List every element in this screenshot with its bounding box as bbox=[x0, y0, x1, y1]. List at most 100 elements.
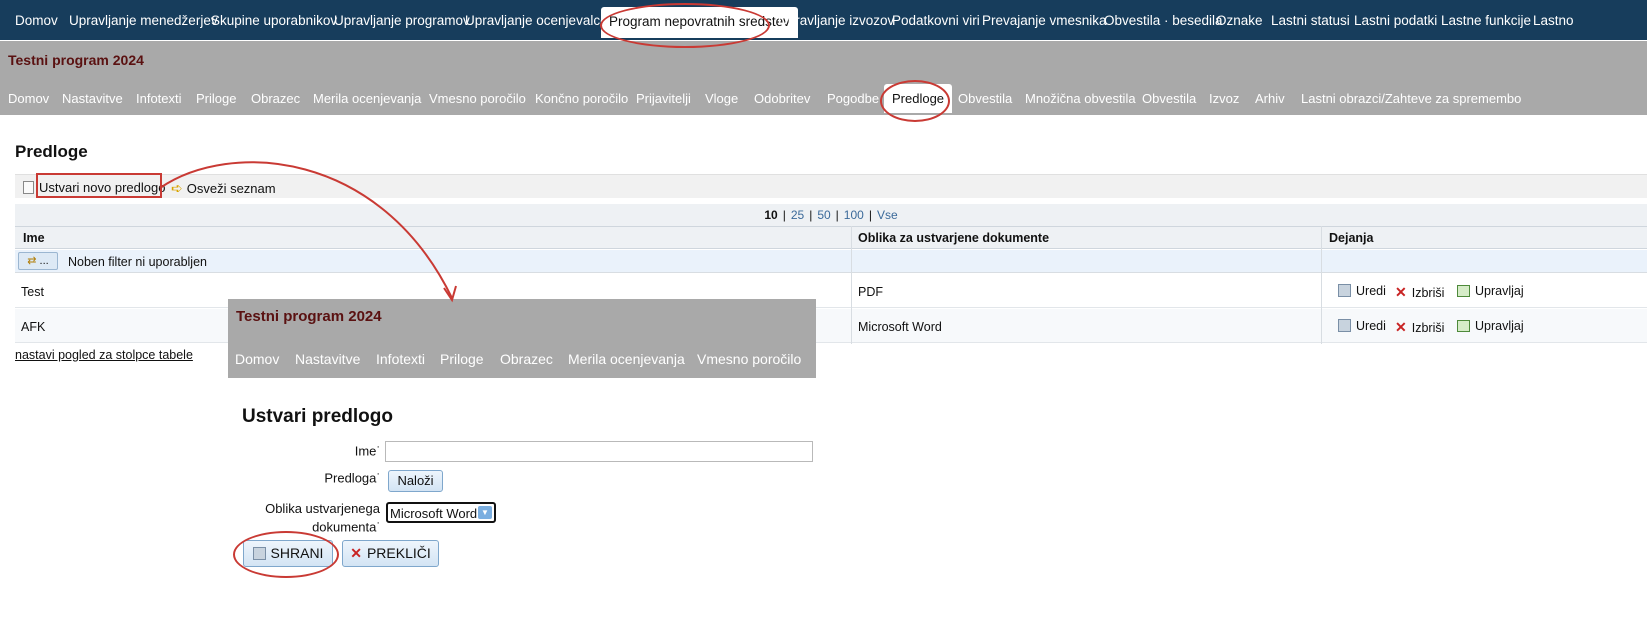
overlay-nav-item[interactable]: Nastavitve bbox=[295, 351, 360, 367]
sub-nav-item[interactable]: Množična obvestila bbox=[1025, 91, 1136, 106]
sub-nav-item[interactable]: Prijavitelji bbox=[636, 91, 691, 106]
top-nav-item[interactable]: Oznake bbox=[1216, 13, 1263, 28]
template-label: Predloga· bbox=[324, 468, 380, 486]
column-header-format[interactable]: Oblika za ustvarjene dokumente bbox=[858, 231, 1049, 245]
sub-nav-item[interactable]: Pogodbe bbox=[827, 91, 879, 106]
top-nav-item[interactable]: Upravljanje menedžerjev bbox=[69, 13, 218, 28]
form-title: Ustvari predlogo bbox=[242, 406, 393, 427]
template-name: Test bbox=[21, 285, 44, 299]
column-header-name[interactable]: Ime bbox=[23, 231, 45, 245]
manage-label: Upravljaj bbox=[1475, 319, 1524, 333]
top-nav-item[interactable]: Upravljanje izvozov bbox=[778, 13, 894, 28]
sub-nav-item[interactable]: Obvestila bbox=[958, 91, 1012, 106]
name-label: Ime· bbox=[354, 441, 380, 459]
manage-icon bbox=[1457, 285, 1470, 297]
sub-nav-item[interactable]: Obvestila bbox=[1142, 91, 1196, 106]
cancel-icon: ✕ bbox=[350, 545, 362, 561]
delete-icon: ✕ bbox=[1395, 284, 1407, 300]
overlay-nav-item[interactable]: Obrazec bbox=[500, 351, 553, 367]
overlay-nav-item[interactable]: Domov bbox=[235, 351, 279, 367]
manage-label: Upravljaj bbox=[1475, 284, 1524, 298]
sub-nav-item[interactable]: Vloge bbox=[705, 91, 738, 106]
edit-label: Uredi bbox=[1356, 284, 1386, 298]
page-size-pager: 10 | 25 | 50 | 100 | Vse bbox=[15, 204, 1647, 226]
delete-label: Izbriši bbox=[1411, 321, 1445, 335]
column-view-link[interactable]: nastavi pogled za stolpce tabele bbox=[15, 348, 193, 362]
sub-nav-item[interactable]: Nastavitve bbox=[62, 91, 123, 106]
filter-row: ⇄ ... Noben filter ni uporabljen bbox=[15, 250, 1647, 273]
sub-nav-item[interactable]: Domov bbox=[8, 91, 49, 106]
top-nav: Domov Upravljanje menedžerjev Skupine up… bbox=[0, 0, 1647, 40]
sub-nav-item[interactable]: Priloge bbox=[196, 91, 236, 106]
page-size-option[interactable]: 100 bbox=[844, 208, 864, 222]
sub-nav-item[interactable]: Končno poročilo bbox=[535, 91, 628, 106]
sub-nav-item[interactable]: Merila ocenjevanja bbox=[313, 91, 421, 106]
filter-button[interactable]: ⇄ ... bbox=[18, 252, 58, 270]
page-size-option[interactable]: 50 bbox=[817, 208, 830, 222]
top-nav-item[interactable]: Podatkovni viri bbox=[892, 13, 980, 28]
overlay-nav-item[interactable]: Vmesno poročilo bbox=[697, 351, 801, 367]
sub-nav-item[interactable]: Vmesno poročilo bbox=[429, 91, 526, 106]
save-icon bbox=[252, 547, 266, 560]
overlay-nav-item[interactable]: Infotexti bbox=[376, 351, 425, 367]
top-nav-item-active[interactable]: Program nepovratnih sredstev bbox=[601, 7, 798, 38]
format-label-line2: dokumenta bbox=[312, 519, 377, 535]
top-nav-item[interactable]: Lastni podatki bbox=[1354, 13, 1437, 28]
program-header: Testni program 2024 Domov Nastavitve Inf… bbox=[0, 41, 1647, 115]
page-title: Predloge bbox=[15, 142, 88, 161]
upload-button[interactable]: Naloži bbox=[388, 470, 443, 492]
column-header-actions: Dejanja bbox=[1329, 231, 1374, 245]
overlay-nav-item[interactable]: Merila ocenjevanja bbox=[568, 351, 685, 367]
format-select-value: Microsoft Word bbox=[390, 506, 478, 521]
name-label-text: Ime bbox=[354, 443, 377, 459]
sub-nav-item[interactable]: Lastni obrazci/Zahteve za spremembo bbox=[1301, 91, 1521, 106]
format-select[interactable]: Microsoft Word ▼ bbox=[386, 502, 496, 523]
page-size-option[interactable]: 10 bbox=[764, 208, 777, 222]
sub-nav-item[interactable]: Arhiv bbox=[1255, 91, 1285, 106]
refresh-list-button[interactable]: ➪ Osveži seznam bbox=[171, 180, 276, 197]
sub-nav-item[interactable]: Odobritev bbox=[754, 91, 810, 106]
template-format: PDF bbox=[858, 285, 883, 299]
overlay-nav-item[interactable]: Priloge bbox=[440, 351, 484, 367]
top-nav-item[interactable]: Upravljanje programov bbox=[334, 13, 470, 28]
delete-button[interactable]: ✕ Izbriši bbox=[1395, 284, 1444, 301]
chevron-down-icon: ▼ bbox=[478, 506, 492, 519]
sub-nav-item-active[interactable]: Predloge bbox=[884, 84, 953, 113]
edit-button[interactable]: Uredi bbox=[1338, 319, 1386, 333]
template-label-text: Predloga bbox=[324, 470, 377, 486]
delete-button[interactable]: ✕ Izbriši bbox=[1395, 319, 1444, 336]
page-size-option[interactable]: Vse bbox=[877, 208, 898, 222]
create-template-label: Ustvari novo predlogo bbox=[39, 180, 166, 195]
save-button[interactable]: SHRANI bbox=[243, 540, 333, 567]
manage-button[interactable]: Upravljaj bbox=[1457, 284, 1524, 298]
overlay-program-header: Testni program 2024 Domov Nastavitve Inf… bbox=[228, 299, 816, 378]
table-header: Ime Oblika za ustvarjene dokumente Dejan… bbox=[15, 226, 1647, 249]
delete-icon: ✕ bbox=[1395, 319, 1407, 335]
column-divider bbox=[851, 226, 852, 344]
name-input[interactable] bbox=[385, 441, 813, 462]
page-size-option[interactable]: 25 bbox=[791, 208, 804, 222]
top-nav-item[interactable]: Prevajanje vmesnika bbox=[982, 13, 1107, 28]
edit-label: Uredi bbox=[1356, 319, 1386, 333]
manage-button[interactable]: Upravljaj bbox=[1457, 319, 1524, 333]
top-nav-item[interactable]: Obvestila · besedila bbox=[1104, 13, 1223, 28]
manage-icon bbox=[1457, 320, 1470, 332]
top-nav-item[interactable]: Domov bbox=[15, 13, 58, 28]
top-nav-item[interactable]: Skupine uporabnikov bbox=[211, 13, 337, 28]
refresh-icon: ➪ bbox=[171, 180, 183, 196]
refresh-label: Osveži seznam bbox=[186, 181, 276, 196]
filter-icon: ⇄ bbox=[27, 255, 37, 267]
program-title: Testni program 2024 bbox=[8, 52, 144, 68]
sub-nav-item[interactable]: Izvoz bbox=[1209, 91, 1239, 106]
overlay-program-title: Testni program 2024 bbox=[236, 308, 382, 325]
top-nav-item[interactable]: Lastno bbox=[1533, 13, 1574, 28]
top-nav-item[interactable]: Upravljanje ocenjevalcev bbox=[465, 13, 614, 28]
sub-nav-item[interactable]: Infotexti bbox=[136, 91, 182, 106]
edit-button[interactable]: Uredi bbox=[1338, 284, 1386, 298]
create-template-button[interactable]: Ustvari novo predlogo bbox=[23, 180, 165, 195]
filter-button-label: ... bbox=[39, 255, 49, 267]
top-nav-item[interactable]: Lastni statusi bbox=[1271, 13, 1350, 28]
sub-nav-item[interactable]: Obrazec bbox=[251, 91, 300, 106]
cancel-button[interactable]: ✕ PREKLIČI bbox=[342, 540, 439, 567]
top-nav-item[interactable]: Lastne funkcije bbox=[1441, 13, 1531, 28]
